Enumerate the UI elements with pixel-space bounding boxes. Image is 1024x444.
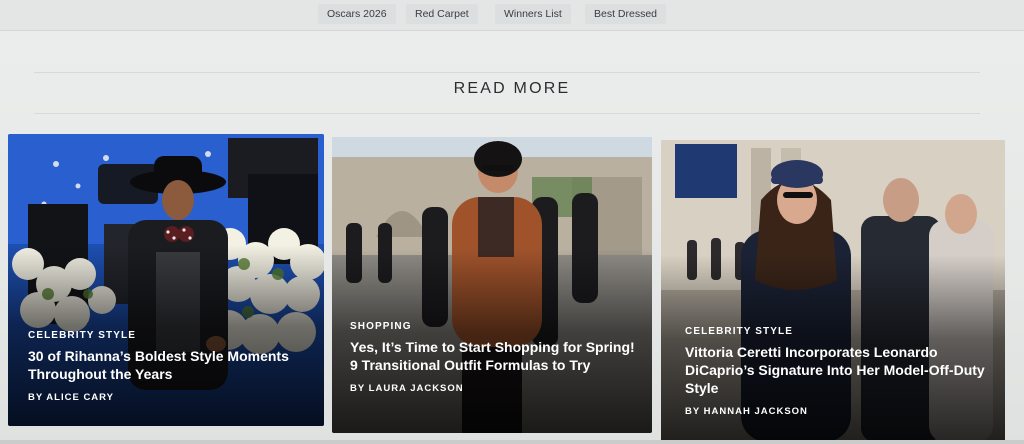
article-card-vittoria-ceretti[interactable]: CELEBRITY STYLE Vittoria Ceretti Incorpo… — [661, 140, 1005, 442]
section-divider-top — [34, 72, 980, 73]
article-card-spring-shopping-text: SHOPPING Yes, It’s Time to Start Shoppin… — [350, 321, 636, 394]
screen: Oscars 2026 Red Carpet Winners List Best… — [0, 0, 1024, 444]
article-byline: BY ALICE CARY — [28, 392, 115, 403]
section-heading: READ MORE — [453, 80, 571, 97]
article-card-spring-shopping[interactable]: SHOPPING Yes, It’s Time to Start Shoppin… — [332, 137, 652, 433]
article-card-vittoria-ceretti-text: CELEBRITY STYLE Vittoria Ceretti Incorpo… — [685, 326, 989, 417]
tag-winners-list[interactable]: Winners List — [495, 4, 571, 24]
tag-oscars-2026[interactable]: Oscars 2026 — [318, 4, 396, 24]
article-title[interactable]: Vittoria Ceretti Incorporates Leonardo D… — [685, 343, 989, 397]
article-card-rihanna-text: CELEBRITY STYLE 30 of Rihanna’s Boldest … — [28, 330, 308, 403]
tag-red-carpet[interactable]: Red Carpet — [406, 4, 478, 24]
tag-best-dressed[interactable]: Best Dressed — [585, 4, 667, 24]
page-bottom-edge — [0, 440, 1024, 444]
article-byline: BY HANNAH JACKSON — [685, 406, 808, 417]
article-title[interactable]: Yes, It’s Time to Start Shopping for Spr… — [350, 338, 636, 374]
article-title[interactable]: 30 of Rihanna’s Boldest Style Moments Th… — [28, 347, 308, 383]
article-byline: BY LAURA JACKSON — [350, 383, 464, 394]
article-category: CELEBRITY STYLE — [685, 326, 793, 337]
topic-nav: Oscars 2026 Red Carpet Winners List Best… — [0, 0, 1024, 31]
article-category: SHOPPING — [350, 321, 412, 332]
article-category: CELEBRITY STYLE — [28, 330, 136, 341]
article-card-rihanna[interactable]: CELEBRITY STYLE 30 of Rihanna’s Boldest … — [8, 134, 324, 426]
section-divider-bottom — [34, 113, 980, 114]
